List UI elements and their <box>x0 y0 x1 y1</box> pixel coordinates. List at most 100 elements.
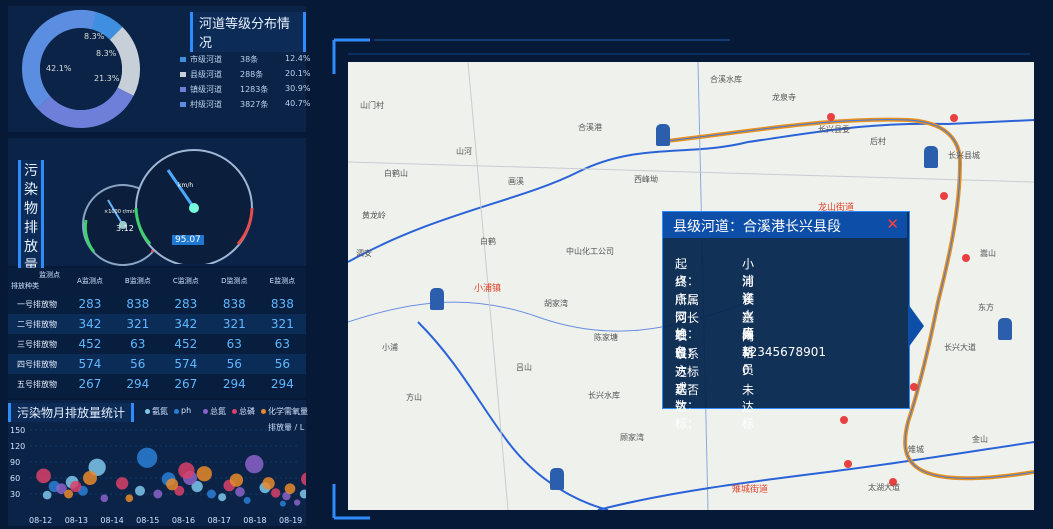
map-label: 小浦镇 <box>474 284 502 294</box>
map-label: 白鹤 <box>480 237 496 246</box>
bubble-point[interactable] <box>125 494 134 503</box>
bubble-point[interactable] <box>70 480 82 493</box>
legend-count: 288条 <box>240 70 264 79</box>
gauge-panel-title: 污染物排放量 <box>18 160 44 278</box>
table-cell: 63 <box>130 337 146 351</box>
table-corner-cell: 监测点 排放种类 <box>11 271 60 290</box>
table-cell: 63 <box>226 337 242 351</box>
map-label: 小浦 <box>382 343 398 352</box>
legend-swatch <box>180 57 186 62</box>
grade-panel-title: 河道等级分布情况 <box>190 12 306 52</box>
bubble-point[interactable] <box>271 488 281 498</box>
legend-row: 镇级河道 1283条 30.9% <box>180 84 310 96</box>
table-cell: 321 <box>270 317 294 331</box>
donut-label-2: 8.3% <box>96 49 117 58</box>
bubble-point[interactable] <box>42 490 52 500</box>
map-label: 合溪港 <box>578 123 602 132</box>
bubble-chart: 30 60 90 120 150 08-12 08-13 08-14 08-15 08-16 08-… <box>10 426 306 525</box>
grade-donut-chart <box>22 10 140 128</box>
table-cell: 56 <box>274 357 291 371</box>
bubble-point[interactable] <box>245 454 264 474</box>
table-cell: 574 <box>78 357 102 371</box>
bubble-point[interactable] <box>115 477 129 490</box>
x-tick-label: 08-18 <box>243 516 266 525</box>
bubble-point[interactable] <box>262 477 275 490</box>
bubble-point[interactable] <box>36 468 51 484</box>
bubble-point[interactable] <box>153 489 163 499</box>
bubble-point[interactable] <box>83 471 97 485</box>
bubble-point[interactable] <box>178 462 195 479</box>
bubble-point[interactable] <box>301 472 306 486</box>
bubble-point[interactable] <box>284 483 296 494</box>
popup-pointer <box>908 304 924 348</box>
table-cell: 321 <box>222 317 246 331</box>
table-header-row: 监测点 排放种类 A监测点 B监测点 C监测点 D监测点 E监测点 <box>8 268 306 294</box>
inspector-marker[interactable] <box>924 146 938 168</box>
y-tick-label: 150 <box>10 426 25 435</box>
map-label: 陈家塘 <box>594 333 618 342</box>
row-label: 三号排放物 <box>17 339 57 349</box>
popup-header: 县级河道：合溪港长兴县段 ✕ <box>663 212 907 238</box>
map-label: 金山 <box>972 435 988 444</box>
table-cell: 321 <box>126 317 150 331</box>
bubble-point[interactable] <box>293 499 301 506</box>
inspector-marker[interactable] <box>430 288 444 310</box>
inspector-marker[interactable] <box>656 124 670 146</box>
legend-name: 镇级河道 <box>190 85 222 94</box>
bubble-point[interactable] <box>299 489 306 499</box>
bubble-point[interactable] <box>235 487 245 497</box>
bubble-point[interactable] <box>135 485 145 496</box>
x-tick-label: 08-17 <box>208 516 231 525</box>
bubble-point[interactable] <box>136 447 158 468</box>
table-cell: 283 <box>174 297 198 311</box>
legend-name: 县级河道 <box>190 70 222 79</box>
big-gauge-unit: km/h <box>178 182 194 189</box>
bubble-point[interactable] <box>196 466 212 482</box>
bubble-point[interactable] <box>166 478 179 491</box>
donut-label-4: 21.3% <box>94 74 120 83</box>
legend-pct: 12.4% <box>285 54 311 63</box>
map-label: 长兴县城 <box>948 151 980 160</box>
table-col-header: D监测点 <box>221 277 248 285</box>
bubble-point[interactable] <box>218 493 227 502</box>
legend-name: 市级河道 <box>190 55 222 64</box>
map-label: 顾家湾 <box>620 433 644 442</box>
table-col-header: E监测点 <box>269 277 296 285</box>
inspector-marker[interactable] <box>550 468 564 490</box>
close-icon[interactable]: ✕ <box>886 215 899 233</box>
map-label: 雉城 <box>908 445 924 454</box>
table-cell: 838 <box>270 297 294 311</box>
table-cell: 452 <box>78 337 102 351</box>
bubble-point[interactable] <box>64 489 74 499</box>
legend-row: 村级河道 3827条 40.7% <box>180 99 310 111</box>
bubble-point[interactable] <box>206 489 216 499</box>
table-col-header: B监测点 <box>124 277 151 285</box>
map-label: 山河 <box>456 147 472 156</box>
y-tick-label: 30 <box>10 490 20 499</box>
map-label: 吕山 <box>516 363 532 372</box>
table-cell: 452 <box>174 337 198 351</box>
bubble-point[interactable] <box>100 494 109 503</box>
bubble-point[interactable] <box>229 473 244 487</box>
table-cell: 574 <box>174 357 198 371</box>
legend-count: 38条 <box>240 55 259 64</box>
table-cell: 267 <box>78 377 102 391</box>
bubble-point[interactable] <box>243 496 251 504</box>
legend-swatch <box>180 72 186 77</box>
bubble-point[interactable] <box>279 500 286 507</box>
emission-table: 监测点 排放种类 A监测点 B监测点 C监测点 D监测点 E监测点 一号排放物 … <box>8 268 306 394</box>
table-col-header: C监测点 <box>172 277 199 285</box>
y-tick-label: 120 <box>10 442 25 451</box>
row-label: 一号排放物 <box>17 299 57 309</box>
map-label: 雉城街道 <box>732 485 769 495</box>
legend-swatch <box>180 102 186 107</box>
table-row: 三号排放物 452 63 452 63 63 <box>8 334 306 354</box>
legend-count: 3827条 <box>240 100 269 109</box>
table-cell: 56 <box>226 357 242 371</box>
map-label: 黄龙岭 <box>362 211 386 220</box>
map-label: 长兴大道 <box>944 343 976 352</box>
map-label: 画溪 <box>508 177 524 186</box>
legend-pct: 30.9% <box>285 84 311 93</box>
table-cell: 294 <box>126 377 150 391</box>
inspector-marker[interactable] <box>998 318 1012 340</box>
